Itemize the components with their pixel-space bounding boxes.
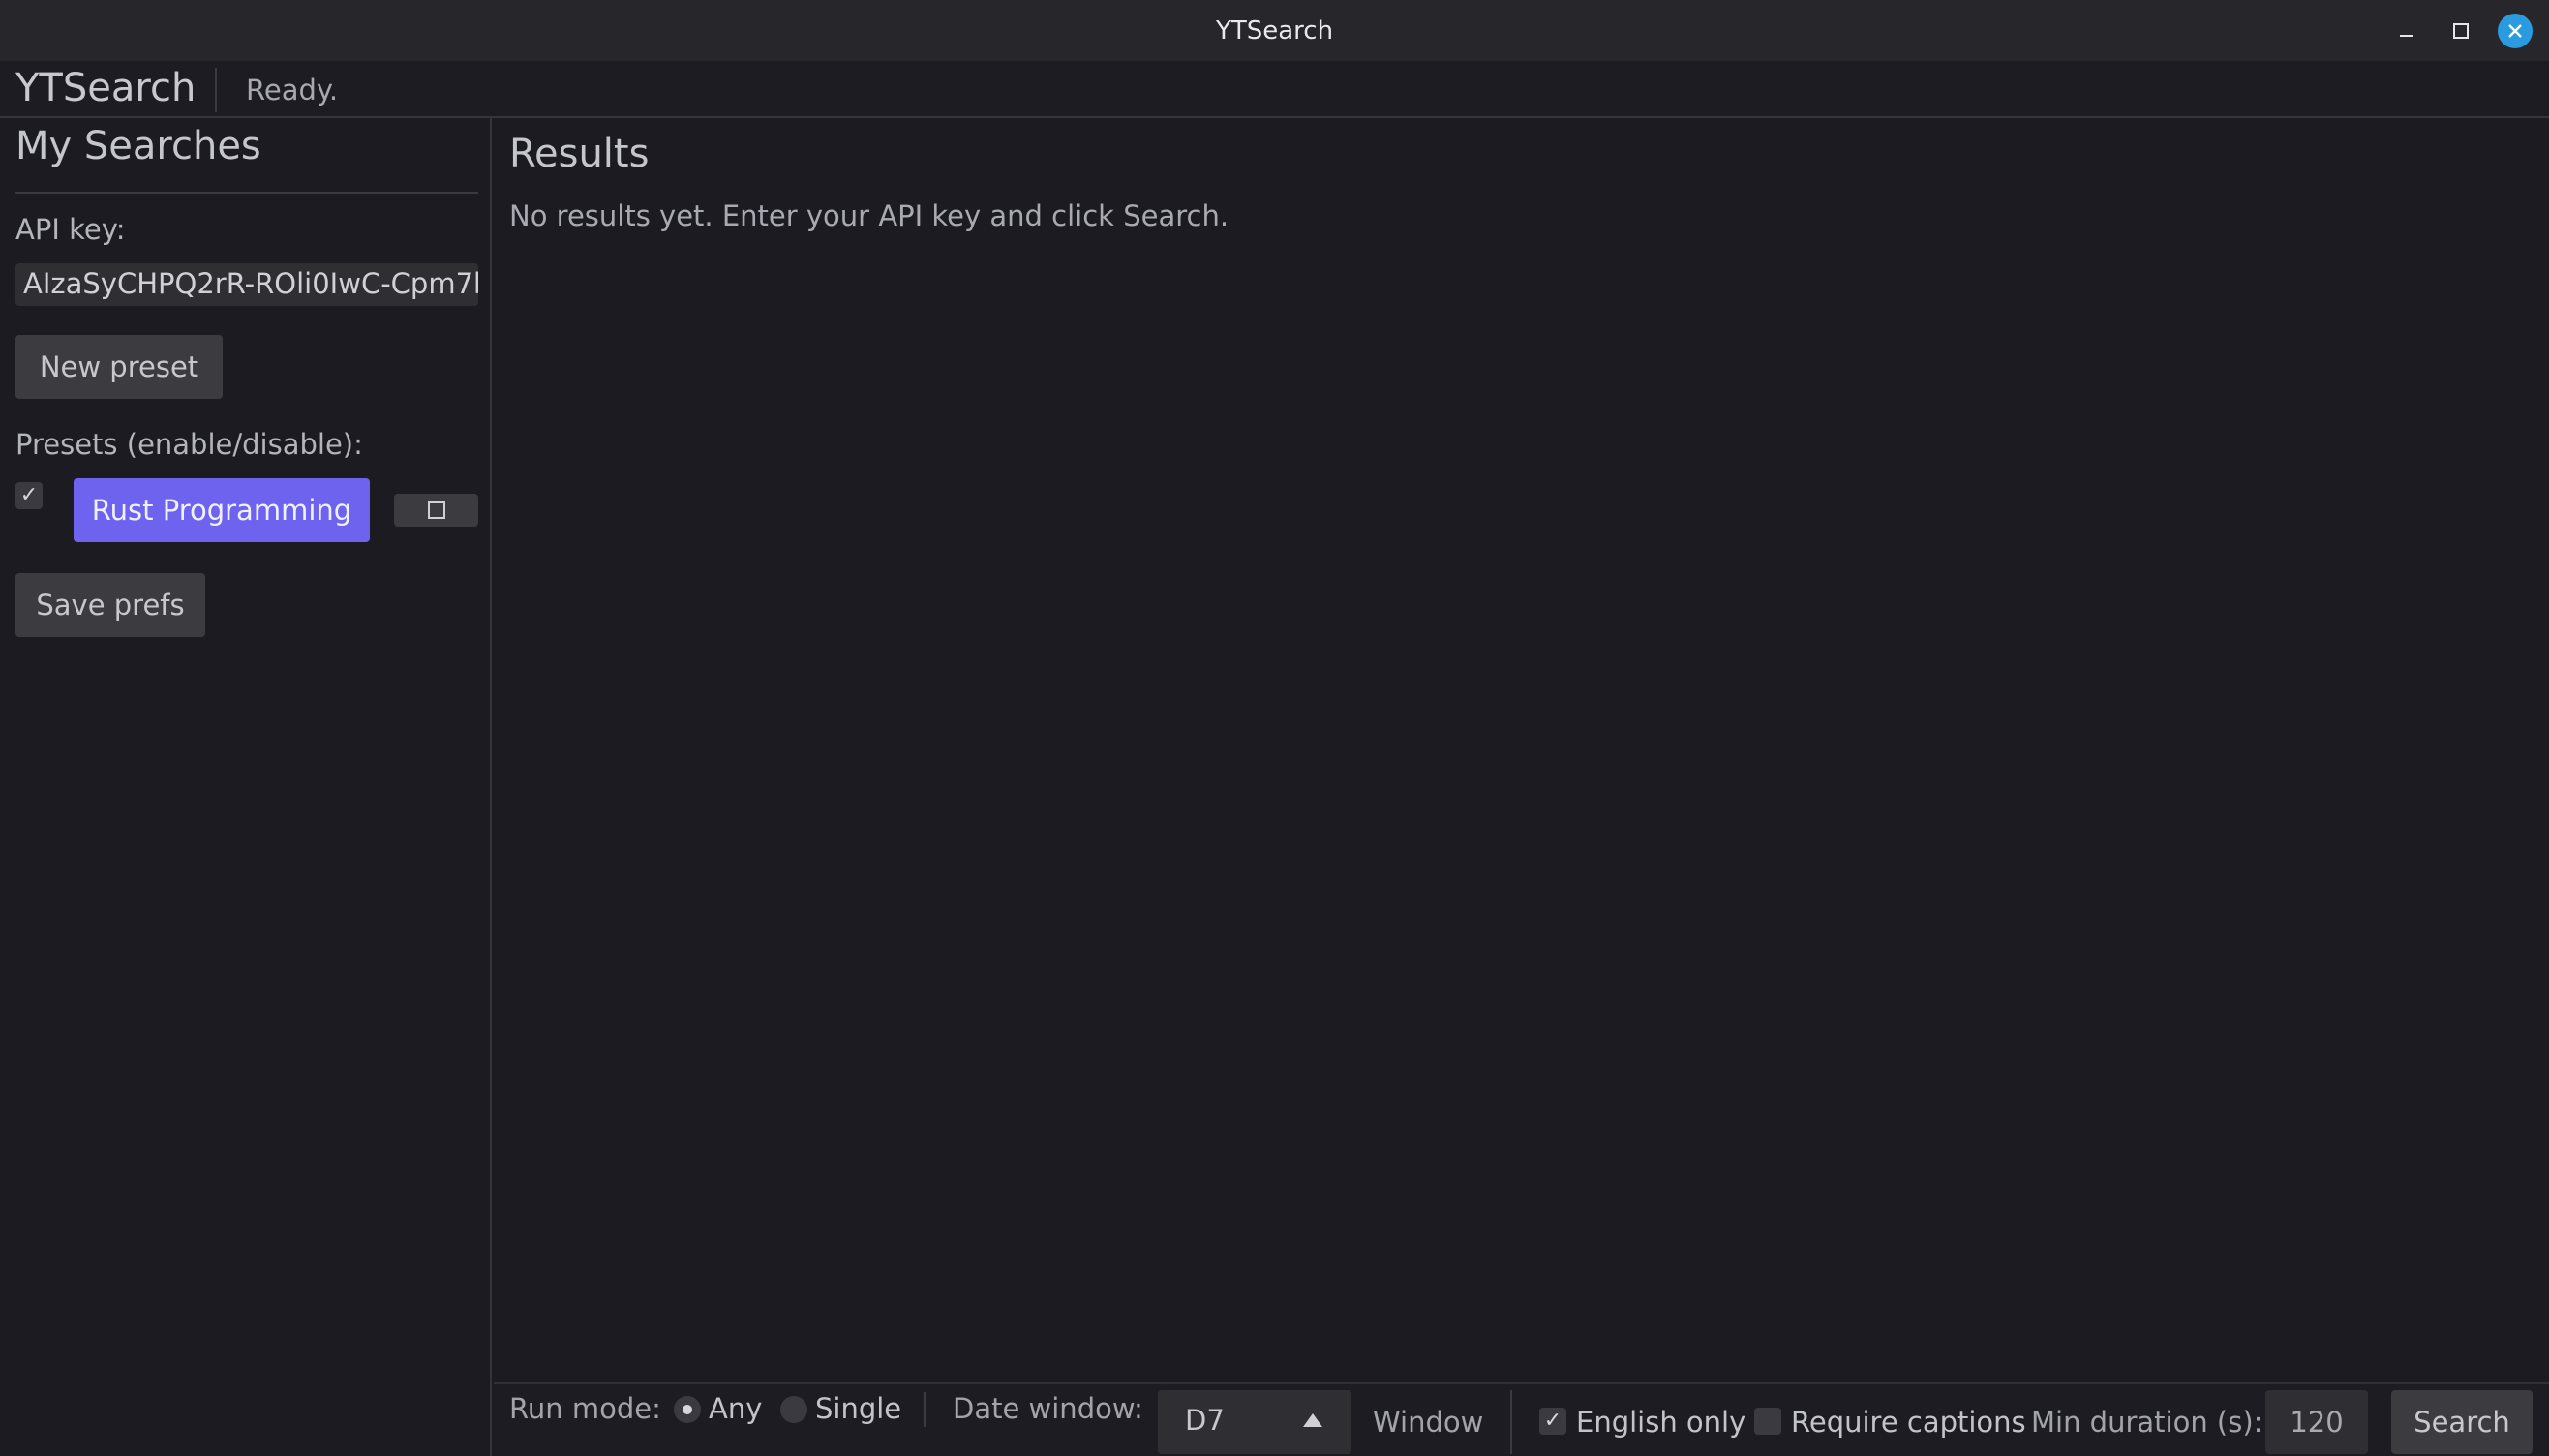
english-only-checkbox[interactable]: ✓	[1539, 1408, 1566, 1435]
checkmark-icon: ✓	[19, 483, 39, 507]
presets-label: Presets (enable/disable):	[15, 428, 363, 461]
api-key-label: API key:	[15, 213, 126, 246]
title-bar: YTSearch	[0, 0, 2549, 62]
run-mode-any-radio[interactable]	[674, 1396, 701, 1423]
sidebar-divider	[15, 192, 478, 194]
close-icon	[2508, 24, 2522, 38]
bar-divider	[1510, 1390, 1512, 1454]
run-mode-single-radio[interactable]	[780, 1396, 807, 1423]
preset-options-button[interactable]	[394, 494, 478, 527]
require-captions-label[interactable]: Require captions	[1791, 1406, 2026, 1439]
date-window-value: D7	[1185, 1404, 1225, 1437]
results-empty-message: No results yet. Enter your API key and c…	[509, 199, 1229, 232]
date-window-label: Date window:	[953, 1392, 1143, 1425]
square-icon	[427, 501, 445, 519]
status-text: Ready.	[246, 74, 339, 106]
maximize-button[interactable]	[2443, 14, 2478, 48]
min-duration-input[interactable]: 120	[2265, 1390, 2368, 1454]
search-options-bar: Run mode: Any Single Date window: D7 Win…	[494, 1382, 2549, 1456]
sidebar: My Searches API key: AIzaSyCHPQ2rR-ROli0…	[0, 118, 492, 1456]
english-only-label[interactable]: English only	[1576, 1406, 1745, 1439]
chevron-up-icon	[1303, 1413, 1322, 1427]
api-key-input[interactable]: AIzaSyCHPQ2rR-ROli0IwC-Cpm7hK	[15, 263, 478, 306]
search-button[interactable]: Search	[2391, 1390, 2533, 1454]
close-button[interactable]	[2498, 14, 2533, 48]
minimize-button[interactable]	[2389, 14, 2424, 48]
app-name: YTSearch	[15, 66, 197, 110]
bar-divider	[924, 1392, 926, 1427]
run-mode-single-label[interactable]: Single	[815, 1392, 901, 1425]
checkmark-icon: ✓	[1543, 1409, 1563, 1433]
preset-enable-checkbox[interactable]: ✓	[15, 482, 43, 509]
maximize-icon	[2453, 23, 2469, 39]
window-title: YTSearch	[1215, 16, 1334, 46]
new-preset-button[interactable]: New preset	[15, 335, 223, 399]
require-captions-checkbox[interactable]	[1754, 1408, 1781, 1435]
header-divider	[215, 68, 217, 112]
run-mode-any-label[interactable]: Any	[709, 1392, 762, 1425]
date-window-select[interactable]: D7	[1158, 1390, 1351, 1454]
minimize-icon	[2400, 35, 2413, 37]
window-label: Window	[1373, 1406, 1484, 1439]
preset-rust-programming-button[interactable]: Rust Programming	[74, 478, 370, 542]
app-header: YTSearch Ready.	[0, 62, 2549, 118]
save-prefs-button[interactable]: Save prefs	[15, 573, 205, 637]
results-title: Results	[509, 132, 650, 176]
sidebar-title: My Searches	[15, 124, 261, 168]
run-mode-label: Run mode:	[509, 1392, 661, 1425]
min-duration-label: Min duration (s):	[2031, 1406, 2263, 1439]
